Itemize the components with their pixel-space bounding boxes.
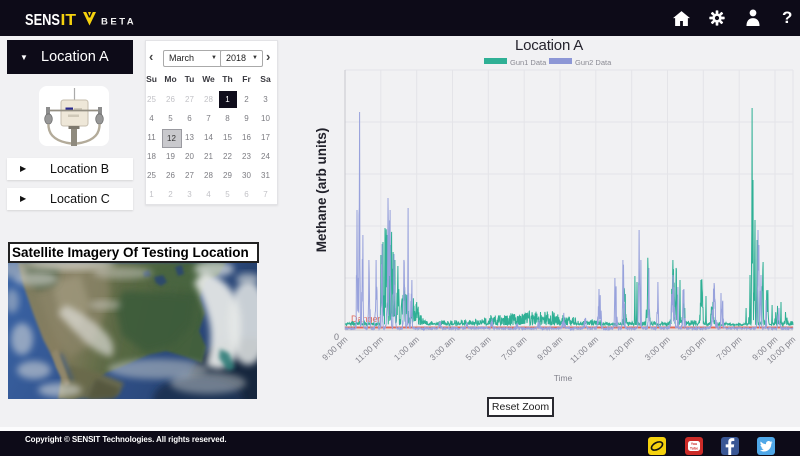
svg-text:5:00 am: 5:00 am <box>463 334 492 362</box>
svg-text:9:00 am: 9:00 am <box>535 334 564 362</box>
svg-text:1:00 am: 1:00 am <box>392 334 421 362</box>
svg-text:Danger: Danger <box>351 314 381 324</box>
svg-text:3:00 am: 3:00 am <box>428 334 457 362</box>
svg-text:11:00 am: 11:00 am <box>568 334 600 365</box>
svg-text:7:00 am: 7:00 am <box>499 334 528 362</box>
svg-text:Methane (arb units): Methane (arb units) <box>314 128 329 253</box>
svg-text:3:00 pm: 3:00 pm <box>643 334 672 362</box>
svg-text:Time: Time <box>554 373 573 383</box>
svg-text:Tube: Tube <box>690 446 698 450</box>
svg-text:11:00 pm: 11:00 pm <box>353 334 385 365</box>
svg-text:7:00 pm: 7:00 pm <box>714 334 743 362</box>
svg-text:1:00 pm: 1:00 pm <box>607 334 636 362</box>
svg-text:5:00 pm: 5:00 pm <box>678 334 707 362</box>
